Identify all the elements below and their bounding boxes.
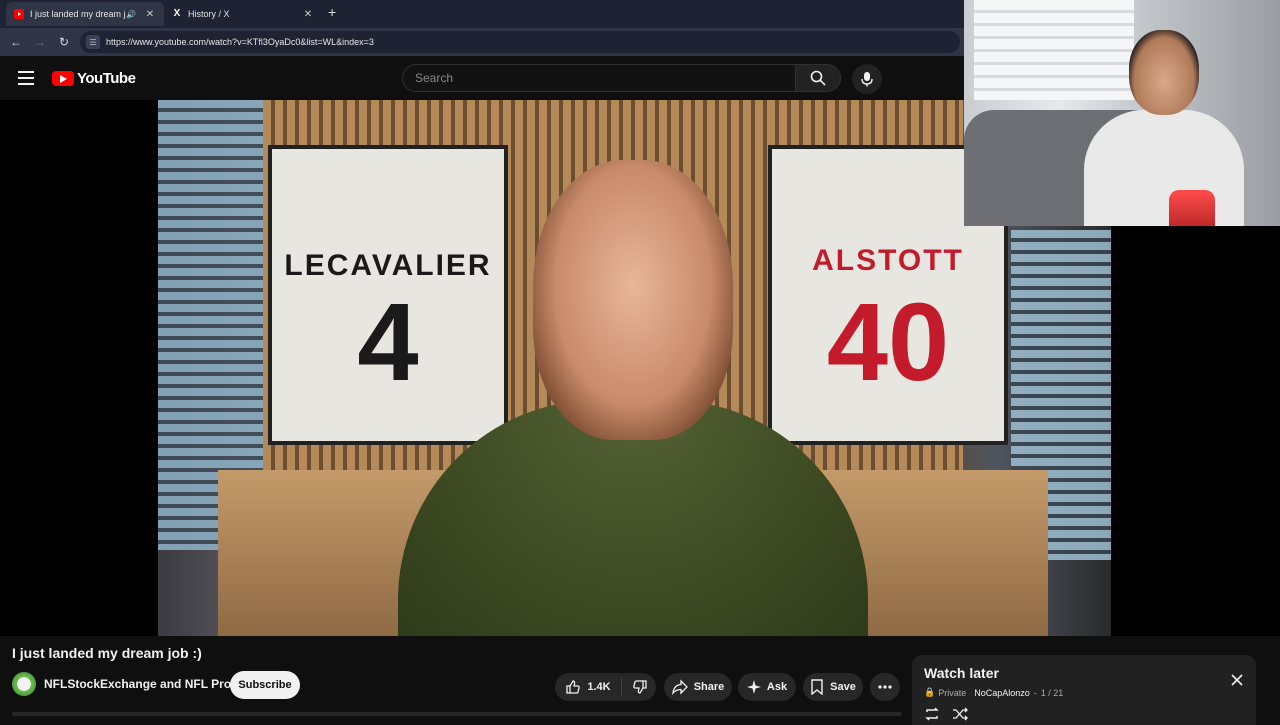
youtube-header: YouTube	[0, 56, 964, 100]
x-icon: X	[173, 8, 181, 19]
share-label: Share	[693, 681, 725, 693]
close-tab-icon[interactable]: ✕	[302, 9, 314, 20]
ask-label: Ask	[766, 681, 788, 693]
video-title: I just landed my dream job :)	[12, 645, 202, 661]
tab-title: History / X	[188, 9, 230, 19]
framed-jersey-left: LECAVALIER 4	[268, 145, 508, 445]
youtube-icon	[14, 9, 24, 19]
channel-name[interactable]: NFLStockExchange and NFL Pro	[44, 677, 231, 691]
red-microphone	[1169, 190, 1215, 226]
more-actions-button[interactable]	[870, 673, 900, 701]
address-bar-row: ← → ↻ ☰ https://www.youtube.com/watch?v=…	[0, 28, 964, 56]
playlist-owner[interactable]: NoCapAlonzo	[974, 688, 1030, 698]
subscribe-button[interactable]: Subscribe	[230, 671, 300, 699]
voice-search-button[interactable]	[852, 64, 882, 94]
streamer-body	[1084, 110, 1244, 226]
search-box	[402, 64, 796, 92]
playlist-position: 1 / 21	[1040, 687, 1064, 698]
search-button[interactable]	[795, 64, 841, 92]
youtube-logo-icon	[52, 71, 74, 86]
thumbs-down-icon	[632, 680, 647, 694]
loop-icon[interactable]	[924, 707, 940, 721]
tab-youtube[interactable]: I just landed my dream job :) 🔊 ✕	[6, 2, 164, 26]
jersey-number: 4	[357, 281, 419, 404]
playlist-privacy: Private	[938, 687, 967, 698]
streamer-head	[1129, 30, 1199, 115]
streamer	[1084, 30, 1244, 226]
playlist-title[interactable]: Watch later	[924, 665, 999, 681]
new-tab-icon[interactable]: +	[328, 4, 336, 20]
jersey-number: 40	[826, 281, 950, 404]
jersey-name: ALSTOTT	[812, 244, 964, 277]
save-button[interactable]: Save	[803, 673, 863, 701]
youtube-logo[interactable]: YouTube	[52, 70, 136, 87]
thumbs-up-icon	[566, 680, 581, 694]
share-button[interactable]: Share	[664, 673, 732, 701]
dislike-button[interactable]	[622, 679, 658, 695]
playlist-controls	[924, 707, 968, 721]
search-input[interactable]	[415, 71, 795, 85]
microphone-icon	[861, 72, 873, 87]
save-label: Save	[830, 681, 856, 693]
description-box-edge	[12, 712, 902, 716]
site-info-icon[interactable]: ☰	[86, 35, 100, 49]
close-icon[interactable]	[1230, 673, 1244, 687]
channel-info[interactable]: NFLStockExchange and NFL Pro	[12, 672, 231, 696]
like-button[interactable]: 1.4K	[553, 678, 622, 696]
share-icon	[671, 679, 688, 695]
search-icon	[810, 70, 826, 86]
close-tab-icon[interactable]: ✕	[144, 9, 156, 20]
shuffle-icon[interactable]	[952, 707, 968, 721]
speaker-icon[interactable]: 🔊	[126, 10, 136, 19]
jersey-name: LECAVALIER	[284, 249, 492, 282]
back-icon[interactable]: ←	[4, 35, 28, 49]
reload-icon[interactable]: ↻	[52, 35, 76, 49]
playlist-meta: 🔒 Private NoCapAlonzo - 1 / 21	[924, 687, 1063, 698]
like-count: 1.4K	[587, 681, 611, 693]
url-field[interactable]: ☰ https://www.youtube.com/watch?v=KTfl3O…	[80, 31, 960, 53]
tab-x-history[interactable]: X History / X ✕	[164, 2, 322, 26]
tab-title: I just landed my dream job :)	[30, 9, 126, 19]
url-text: https://www.youtube.com/watch?v=KTfl3Oya…	[106, 37, 374, 47]
separator: -	[1033, 687, 1037, 698]
ask-button[interactable]: Ask	[738, 673, 796, 701]
playlist-panel: Watch later 🔒 Private NoCapAlonzo - 1 / …	[912, 655, 1256, 725]
presenter-head	[533, 160, 733, 440]
like-dislike-group: 1.4K	[555, 673, 656, 701]
lock-icon: 🔒	[924, 687, 936, 697]
logo-text: YouTube	[77, 70, 136, 87]
webcam-overlay	[964, 0, 1280, 226]
menu-icon[interactable]	[18, 71, 34, 85]
forward-icon[interactable]: →	[28, 35, 52, 49]
bookmark-icon	[811, 679, 823, 695]
more-horizontal-icon	[878, 685, 892, 689]
sparkle-icon	[746, 680, 761, 694]
channel-avatar[interactable]	[12, 672, 36, 696]
